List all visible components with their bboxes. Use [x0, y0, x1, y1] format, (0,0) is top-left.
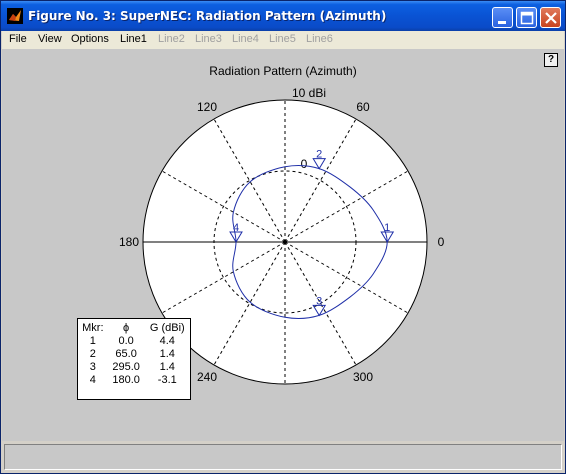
table-row: 2 65.0 1.4 — [78, 348, 190, 361]
header-phi: ϕ — [123, 322, 130, 334]
angle-label-300: 300 — [353, 370, 373, 384]
angle-label-120: 120 — [197, 100, 217, 114]
origin-dot — [283, 240, 287, 244]
cell-gain: -3.1 — [157, 374, 177, 386]
radial-inner-label: 0 — [301, 157, 308, 171]
cell-gain: 4.4 — [159, 335, 175, 347]
table-row: 3 295.0 1.4 — [78, 361, 190, 374]
marker-table-header: Mkr: ϕ G (dBi) — [78, 322, 190, 335]
chart-title: Radiation Pattern (Azimuth) — [209, 64, 356, 78]
cell-mkr: 2 — [89, 348, 96, 360]
status-bar — [4, 444, 562, 470]
cell-phi: 0.0 — [118, 335, 134, 347]
angle-label-240: 240 — [197, 370, 217, 384]
cell-phi: 180.0 — [112, 374, 140, 386]
figure-window: Figure No. 3: SuperNEC: Radiation Patter… — [0, 0, 566, 474]
marker-table: Mkr: ϕ G (dBi) 1 0.0 4.4 2 65.0 1.4 3 29… — [77, 318, 191, 400]
marker-label-4: 4 — [233, 222, 239, 234]
table-row: 4 180.0 -3.1 — [78, 374, 190, 387]
cell-mkr: 4 — [89, 374, 96, 386]
header-gain: G (dBi) — [149, 322, 185, 334]
cell-mkr: 3 — [89, 361, 96, 373]
marker-label-1: 1 — [384, 222, 390, 234]
cell-gain: 1.4 — [159, 348, 175, 360]
cell-mkr: 1 — [89, 335, 96, 347]
marker-label-3: 3 — [316, 295, 322, 307]
table-row: 1 0.0 4.4 — [78, 335, 190, 348]
cell-phi: 295.0 — [112, 361, 140, 373]
header-mkr: Mkr: — [82, 322, 104, 334]
angle-label-60: 60 — [356, 100, 370, 114]
angle-label-0: 0 — [438, 235, 445, 249]
radial-max-label: 10 dBi — [292, 86, 326, 100]
cell-gain: 1.4 — [159, 361, 175, 373]
marker-label-2: 2 — [316, 149, 322, 161]
angle-label-180: 180 — [119, 235, 139, 249]
cell-phi: 65.0 — [115, 348, 137, 360]
